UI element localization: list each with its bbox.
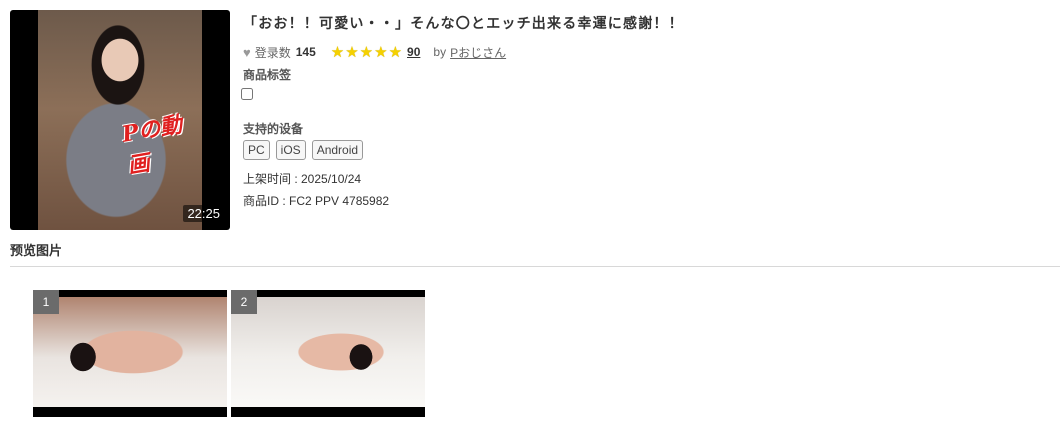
preview-number: 1 bbox=[33, 290, 59, 314]
preview-number: 2 bbox=[231, 290, 257, 314]
favorites-count: 145 bbox=[295, 45, 316, 59]
star-icon: ★ bbox=[345, 43, 359, 61]
heart-icon[interactable]: ♥ bbox=[243, 45, 251, 60]
preview-image-2[interactable]: 2 bbox=[231, 290, 425, 417]
product-id: 商品ID : FC2 PPV 4785982 bbox=[243, 194, 390, 208]
tags-label: 商品标签 bbox=[243, 68, 292, 82]
divider bbox=[10, 266, 1060, 267]
preview-image bbox=[231, 297, 425, 407]
product-thumbnail[interactable]: Pの動画 22:25 bbox=[10, 10, 230, 230]
by-label: by bbox=[433, 45, 447, 59]
star-icon: ★ bbox=[388, 43, 403, 61]
preview-image bbox=[33, 297, 227, 407]
video-duration: 22:25 bbox=[183, 205, 224, 222]
device-list: PC iOS Android bbox=[243, 140, 364, 160]
rating-stars: ★ ★ ★ ★ ★ bbox=[331, 45, 403, 60]
star-icon: ★ bbox=[374, 43, 388, 61]
star-icon: ★ bbox=[330, 43, 345, 61]
rating-count-link[interactable]: 90 bbox=[407, 45, 420, 59]
product-info: 「おお！！可愛い・・」そんな〇とエッチ出来る幸運に感謝！！ ♥ 登录数 145 … bbox=[241, 10, 1043, 208]
tag-checkbox[interactable] bbox=[241, 88, 253, 100]
release-date: 上架时间 : 2025/10/24 bbox=[243, 172, 362, 186]
favorites-label: 登录数 bbox=[254, 45, 291, 60]
meta-row: ♥ 登录数 145 ★ ★ ★ ★ ★ 90 by Pおじさん bbox=[243, 43, 1043, 61]
devices-label: 支持的设备 bbox=[243, 122, 304, 136]
preview-heading: 预览图片 bbox=[10, 243, 63, 258]
device-badge-pc: PC bbox=[243, 140, 270, 160]
product-title: 「おお！！可愛い・・」そんな〇とエッチ出来る幸運に感謝！！ bbox=[243, 15, 684, 31]
preview-image-1[interactable]: 1 bbox=[33, 290, 227, 417]
device-badge-android: Android bbox=[311, 140, 364, 160]
star-icon: ★ bbox=[359, 43, 374, 61]
device-badge-ios: iOS bbox=[275, 140, 306, 160]
seller-link[interactable]: Pおじさん bbox=[450, 44, 506, 61]
